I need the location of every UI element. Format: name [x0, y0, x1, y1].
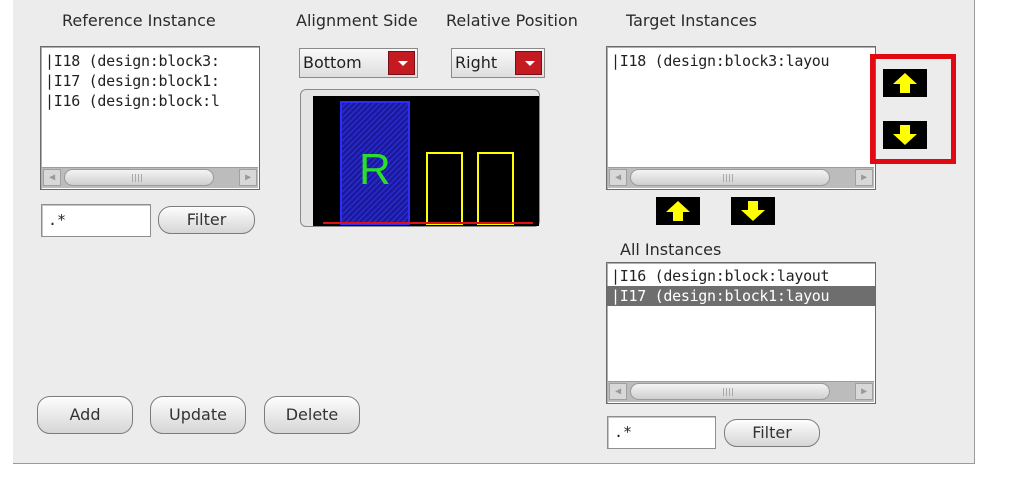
update-button[interactable]: Update	[150, 396, 246, 434]
arrow-down-icon	[893, 125, 917, 145]
horizontal-scrollbar[interactable]: ◀ ▶	[608, 167, 874, 188]
reference-instance-header: Reference Instance	[62, 11, 216, 30]
target-instances-list[interactable]: |I18 (design:block3:layou ◀ ▶	[606, 46, 876, 190]
list-item[interactable]: |I18 (design:block3:layou	[607, 51, 875, 71]
list-item[interactable]: |I16 (design:block:layout	[607, 266, 875, 286]
scroll-left-icon[interactable]: ◀	[609, 383, 627, 400]
reference-filter-button[interactable]: Filter	[158, 206, 255, 234]
scroll-thumb[interactable]	[630, 169, 830, 186]
scroll-thumb[interactable]	[630, 383, 830, 400]
grip-icon	[132, 174, 144, 182]
relative-position-select[interactable]: Right	[451, 48, 545, 78]
horizontal-scrollbar[interactable]: ◀ ▶	[42, 167, 258, 188]
reference-filter-input[interactable]: .*	[41, 204, 151, 237]
scroll-left-icon[interactable]: ◀	[43, 169, 61, 186]
arrow-up-icon	[666, 201, 690, 221]
scroll-right-icon[interactable]: ▶	[855, 383, 873, 400]
scroll-right-icon[interactable]: ▶	[239, 169, 257, 186]
arrow-up-icon	[893, 73, 917, 93]
list-item[interactable]: |I18 (design:block3:	[41, 51, 259, 71]
add-to-target-button[interactable]	[656, 197, 700, 225]
scroll-thumb[interactable]	[64, 169, 214, 186]
remove-from-target-button[interactable]	[731, 197, 775, 225]
grip-icon	[723, 388, 735, 396]
list-item-selected[interactable]: |I17 (design:block1:layou	[607, 286, 875, 306]
preview-canvas: R	[313, 96, 539, 226]
all-instances-filter-button[interactable]: Filter	[724, 419, 820, 447]
alignment-side-header: Alignment Side	[296, 11, 418, 30]
grip-icon	[723, 174, 735, 182]
horizontal-scrollbar[interactable]: ◀ ▶	[608, 381, 874, 402]
relative-position-header: Relative Position	[446, 11, 578, 30]
move-down-button[interactable]	[883, 121, 927, 149]
scroll-left-icon[interactable]: ◀	[609, 169, 627, 186]
alignment-preview: R	[300, 89, 540, 227]
arrow-down-icon	[741, 201, 765, 221]
reference-label: R	[359, 145, 391, 194]
all-instances-header: All Instances	[620, 240, 722, 259]
alignment-side-value: Bottom	[303, 53, 362, 72]
list-item[interactable]: |I17 (design:block1:	[41, 71, 259, 91]
all-instances-list[interactable]: |I16 (design:block:layout |I17 (design:b…	[606, 262, 876, 404]
scroll-right-icon[interactable]: ▶	[855, 169, 873, 186]
delete-button[interactable]: Delete	[264, 396, 360, 434]
reference-instance-list[interactable]: |I18 (design:block3: |I17 (design:block1…	[40, 46, 260, 190]
relative-position-value: Right	[455, 53, 498, 72]
chevron-down-icon[interactable]	[515, 51, 542, 75]
move-up-button[interactable]	[883, 69, 927, 97]
chevron-down-icon[interactable]	[388, 51, 415, 75]
all-instances-filter-input[interactable]: .*	[607, 416, 716, 449]
add-button[interactable]: Add	[37, 396, 133, 434]
list-item[interactable]: |I16 (design:block:l	[41, 91, 259, 111]
target-instances-header: Target Instances	[626, 11, 757, 30]
alignment-side-select[interactable]: Bottom	[299, 48, 418, 78]
align-panel: Reference Instance Alignment Side Relati…	[13, 0, 975, 464]
